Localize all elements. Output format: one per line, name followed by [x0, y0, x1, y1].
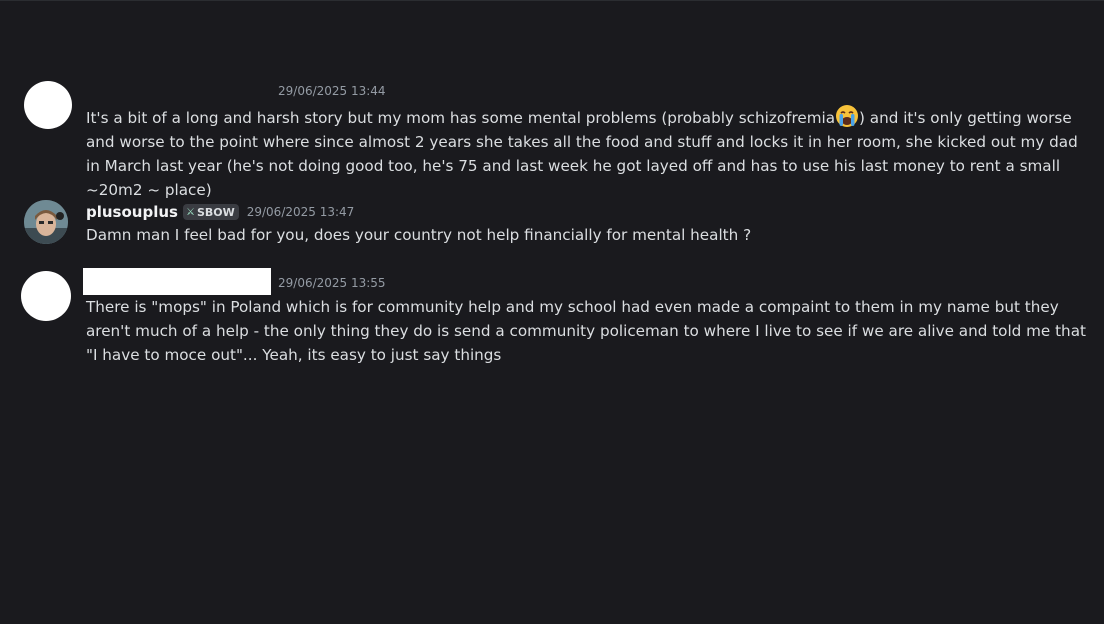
- message-header: 29/06/2025 13:55: [83, 267, 386, 295]
- redacted-username: [83, 267, 271, 295]
- message-timestamp: 29/06/2025 13:44: [278, 84, 386, 98]
- loudly-crying-face-emoji-icon: [836, 105, 859, 127]
- message-text: Damn man I feel bad for you, does your c…: [86, 226, 752, 244]
- message-header: plusouplus ⚔ SBOW 29/06/2025 13:47: [86, 202, 354, 222]
- user-avatar[interactable]: [21, 271, 71, 321]
- message-header: 29/06/2025 13:44: [278, 81, 386, 101]
- avatar-photo-icon: [24, 200, 68, 244]
- message-content: It's a bit of a long and harsh story but…: [86, 104, 1090, 202]
- message-content: There is "mops" in Poland which is for c…: [86, 295, 1090, 367]
- server-tag-label: SBOW: [196, 205, 235, 219]
- sword-icon: ⚔: [185, 206, 195, 218]
- server-tag-badge[interactable]: ⚔ SBOW: [182, 204, 239, 220]
- username[interactable]: plusouplus: [86, 203, 178, 221]
- message-text: There is "mops" in Poland which is for c…: [86, 298, 1086, 364]
- user-avatar[interactable]: [24, 81, 72, 129]
- user-avatar[interactable]: [24, 200, 68, 244]
- message-timestamp: 29/06/2025 13:55: [278, 276, 386, 290]
- message-text: It's a bit of a long and harsh story but…: [86, 109, 836, 127]
- message-timestamp: 29/06/2025 13:47: [246, 205, 355, 219]
- message-content: Damn man I feel bad for you, does your c…: [86, 223, 1090, 247]
- chat-message-list: 29/06/2025 13:44 It's a bit of a long an…: [0, 0, 1104, 624]
